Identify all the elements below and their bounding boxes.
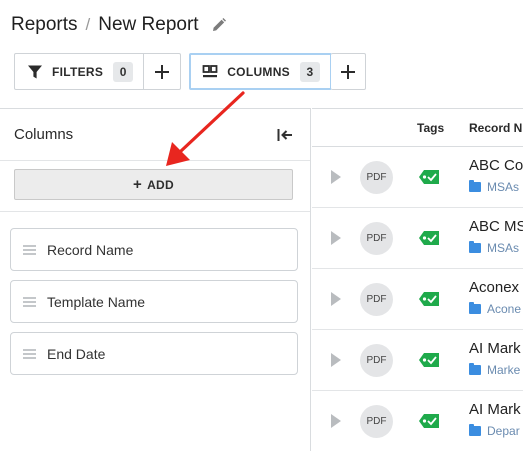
records-table: Tags Record N PDF ABC Co MSAs PDF ABC MS… xyxy=(312,108,523,451)
add-column-section: + ADD xyxy=(0,161,310,212)
column-item-label: Record Name xyxy=(47,241,134,258)
columns-label: COLUMNS xyxy=(227,64,290,79)
columns-panel: Columns + ADD Record Name Template Name … xyxy=(0,108,311,451)
table-row[interactable]: PDF AI Mark Depar xyxy=(312,391,523,451)
filters-button[interactable]: FILTERS 0 xyxy=(15,54,143,89)
table-row[interactable]: PDF ABC MS MSAs xyxy=(312,208,523,269)
table-row[interactable]: PDF Aconex Acone xyxy=(312,269,523,330)
funnel-icon xyxy=(27,64,43,80)
drag-handle-icon[interactable] xyxy=(23,244,36,255)
add-column-button[interactable]: + ADD xyxy=(14,169,293,200)
add-column-toolbar-button[interactable] xyxy=(331,54,365,89)
record-name-link[interactable]: AI Mark xyxy=(469,340,521,357)
column-item-label: End Date xyxy=(47,345,106,362)
record-name-link[interactable]: Aconex xyxy=(469,279,519,296)
folder-label: Depar xyxy=(487,424,520,438)
play-triangle-icon[interactable] xyxy=(331,353,341,367)
drag-handle-icon[interactable] xyxy=(23,348,36,359)
add-filter-button[interactable] xyxy=(143,54,180,89)
pencil-icon[interactable] xyxy=(211,17,227,33)
add-column-control xyxy=(330,53,366,90)
record-name-link[interactable]: ABC Co xyxy=(469,157,523,174)
add-column-label: ADD xyxy=(147,177,174,192)
pdf-file-icon: PDF xyxy=(360,405,393,438)
folder-icon xyxy=(469,363,481,375)
report-toolbar: FILTERS 0 COLUMNS 3 xyxy=(14,53,366,90)
folder-icon xyxy=(469,302,481,314)
columns-panel-title: Columns xyxy=(14,126,74,143)
collapse-left-icon[interactable] xyxy=(276,126,294,144)
tag-icon xyxy=(419,292,439,306)
folder-icon xyxy=(469,424,481,436)
record-folder[interactable]: Depar xyxy=(469,424,520,438)
record-folder[interactable]: Marke xyxy=(469,363,520,377)
play-triangle-icon[interactable] xyxy=(331,292,341,306)
folder-label: MSAs xyxy=(487,241,520,255)
drag-handle-icon[interactable] xyxy=(23,296,36,307)
tag-icon xyxy=(419,170,439,184)
breadcrumb-separator: / xyxy=(85,15,91,34)
columns-panel-header: Columns xyxy=(0,109,310,161)
pdf-file-icon: PDF xyxy=(360,283,393,316)
record-folder[interactable]: Acone xyxy=(469,302,521,316)
filters-control: FILTERS 0 xyxy=(14,53,182,90)
play-triangle-icon[interactable] xyxy=(331,170,341,184)
column-item[interactable]: Record Name xyxy=(10,228,298,271)
columns-icon xyxy=(202,64,218,80)
columns-control: COLUMNS 3 xyxy=(189,53,332,90)
pdf-file-icon: PDF xyxy=(360,222,393,255)
column-list: Record Name Template Name End Date xyxy=(0,212,310,375)
tag-icon xyxy=(419,414,439,428)
column-header-record-name[interactable]: Record N xyxy=(469,121,522,135)
column-item[interactable]: Template Name xyxy=(10,280,298,323)
folder-icon xyxy=(469,241,481,253)
table-row[interactable]: PDF ABC Co MSAs xyxy=(312,147,523,208)
column-item-label: Template Name xyxy=(47,293,146,310)
filters-count-badge: 0 xyxy=(113,61,134,82)
page-title: New Report xyxy=(98,14,199,35)
record-folder[interactable]: MSAs xyxy=(469,180,519,194)
record-name-link[interactable]: ABC MS xyxy=(469,218,523,235)
columns-button[interactable]: COLUMNS 3 xyxy=(191,55,330,88)
table-row[interactable]: PDF AI Mark Marke xyxy=(312,330,523,391)
play-triangle-icon[interactable] xyxy=(331,231,341,245)
plus-icon xyxy=(155,64,170,79)
play-triangle-icon[interactable] xyxy=(331,414,341,428)
filters-label: FILTERS xyxy=(52,64,104,79)
folder-label: MSAs xyxy=(487,180,520,194)
breadcrumb-reports-link[interactable]: Reports xyxy=(11,14,78,36)
breadcrumb: Reports / New Report xyxy=(11,12,227,38)
columns-count-badge: 3 xyxy=(299,61,320,82)
tag-icon xyxy=(419,231,439,245)
plus-icon: + xyxy=(133,176,143,193)
plus-icon xyxy=(340,64,355,79)
column-header-tags[interactable]: Tags xyxy=(417,121,444,135)
record-name-link[interactable]: AI Mark xyxy=(469,401,521,418)
tag-icon xyxy=(419,353,439,367)
folder-icon xyxy=(469,180,481,192)
column-item[interactable]: End Date xyxy=(10,332,298,375)
folder-label: Marke xyxy=(487,363,521,377)
folder-label: Acone xyxy=(487,302,522,316)
pdf-file-icon: PDF xyxy=(360,344,393,377)
record-folder[interactable]: MSAs xyxy=(469,241,519,255)
pdf-file-icon: PDF xyxy=(360,161,393,194)
table-header: Tags Record N xyxy=(312,109,523,147)
